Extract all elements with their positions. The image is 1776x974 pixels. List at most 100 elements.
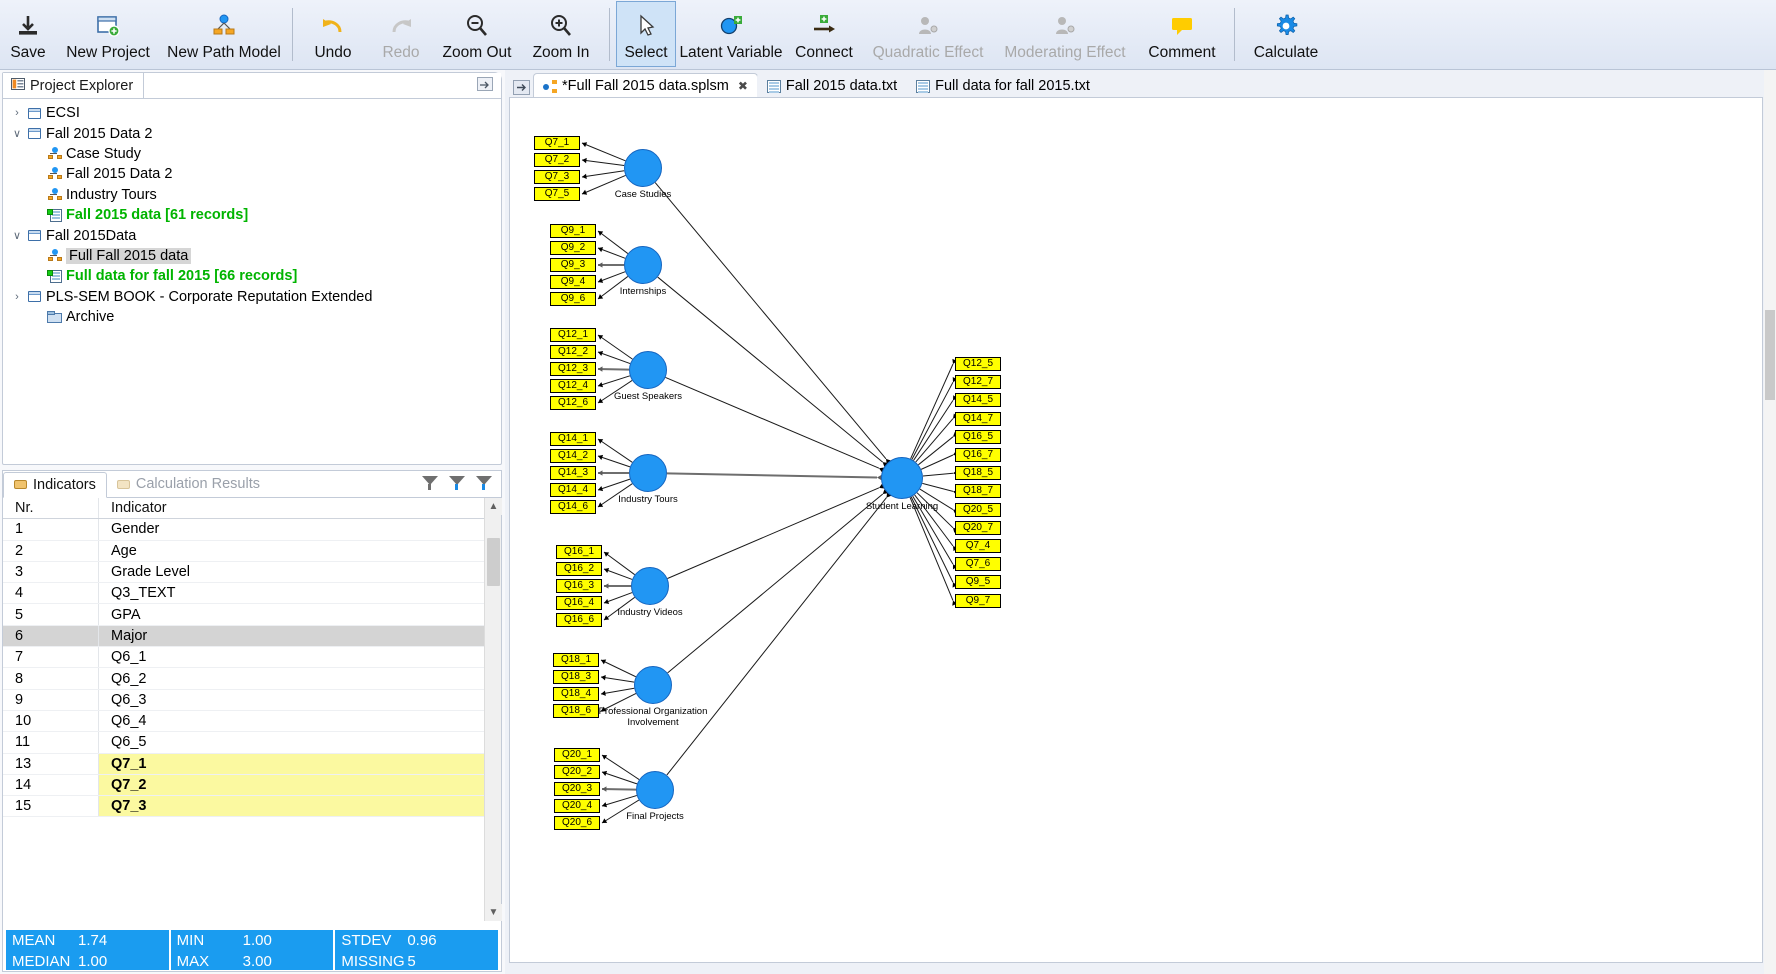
indicator-box[interactable]: Q7_3 bbox=[534, 170, 580, 184]
indicator-box[interactable]: Q16_3 bbox=[556, 579, 602, 593]
tree-item[interactable]: ∨ Fall 2015Data bbox=[3, 225, 501, 245]
project-tree[interactable]: › ECSI ∨ Fall 2015 Data 2 Case Study Fall 201… bbox=[3, 99, 501, 327]
indicator-box[interactable]: Q14_3 bbox=[550, 466, 596, 480]
comment-button[interactable]: Comment bbox=[1136, 1, 1228, 67]
tree-twisty-expanded-icon[interactable]: ∨ bbox=[9, 229, 25, 242]
filter-icon-1[interactable] bbox=[421, 474, 439, 492]
indicator-box[interactable]: Q12_3 bbox=[550, 362, 596, 376]
filter-icon-3[interactable] bbox=[475, 474, 493, 492]
tab-indicators[interactable]: Indicators bbox=[3, 471, 107, 498]
tree-item[interactable]: Fall 2015 Data 2 bbox=[3, 164, 501, 184]
undo-button[interactable]: Undo bbox=[299, 1, 367, 67]
tree-item[interactable]: ∨ Fall 2015 Data 2 bbox=[3, 123, 501, 143]
indicator-box[interactable]: Q9_2 bbox=[550, 241, 596, 255]
save-button[interactable]: Save bbox=[2, 1, 54, 67]
indicator-box[interactable]: Q9_7 bbox=[955, 593, 1001, 608]
latent-variable-node[interactable] bbox=[636, 771, 674, 809]
tree-item[interactable]: Archive bbox=[3, 307, 501, 327]
indicator-box[interactable]: Q9_3 bbox=[550, 258, 596, 272]
zoom-out-button[interactable]: Zoom Out bbox=[435, 1, 519, 67]
table-row[interactable]: 13 Q7_1 bbox=[3, 753, 501, 775]
indicator-box[interactable]: Q20_1 bbox=[554, 748, 600, 762]
table-row[interactable]: 4 Q3_TEXT bbox=[3, 583, 501, 605]
indicator-box[interactable]: Q20_4 bbox=[554, 799, 600, 813]
new-project-button[interactable]: New Project bbox=[54, 1, 162, 67]
tree-item[interactable]: › PLS-SEM BOOK - Corporate Reputation Ext… bbox=[3, 287, 501, 307]
latent-variable-node[interactable] bbox=[624, 246, 662, 284]
zoom-in-button[interactable]: Zoom In bbox=[519, 1, 603, 67]
editor-tab-path-model[interactable]: *Full Fall 2015 data.splsm ✖ bbox=[533, 73, 758, 98]
latent-variable-node[interactable] bbox=[624, 149, 662, 187]
tab-calculation-results[interactable]: Calculation Results bbox=[107, 471, 270, 497]
latent-variable-node[interactable] bbox=[629, 351, 667, 389]
calculate-button[interactable]: Calculate bbox=[1241, 1, 1331, 67]
editor-restore-icon[interactable] bbox=[509, 76, 533, 98]
indicator-box[interactable]: Q9_1 bbox=[550, 224, 596, 238]
select-tool-button[interactable]: Select bbox=[616, 1, 676, 67]
table-row[interactable]: 14 Q7_2 bbox=[3, 774, 501, 797]
table-row[interactable]: 8 Q6_2 bbox=[3, 668, 501, 690]
table-row[interactable]: 7 Q6_1 bbox=[3, 647, 501, 669]
table-row[interactable]: 3 Grade Level bbox=[3, 561, 501, 584]
indicator-box[interactable]: Q18_7 bbox=[955, 484, 1001, 499]
scroll-thumb[interactable] bbox=[487, 538, 500, 586]
latent-variable-node[interactable] bbox=[634, 666, 672, 704]
tree-twisty-collapsed-icon[interactable]: › bbox=[9, 107, 25, 119]
indicator-box[interactable]: Q14_6 bbox=[550, 500, 596, 514]
connect-button[interactable]: Connect bbox=[786, 1, 862, 67]
table-row[interactable]: 5 GPA bbox=[3, 604, 501, 626]
editor-tab-fall-2015-data-txt[interactable]: Fall 2015 data.txt bbox=[756, 73, 908, 98]
indicator-box[interactable]: Q12_5 bbox=[955, 357, 1001, 371]
window-vertical-scrollbar[interactable] bbox=[1764, 70, 1776, 974]
indicator-box[interactable]: Q20_2 bbox=[554, 765, 600, 779]
indicator-box[interactable]: Q16_7 bbox=[955, 448, 1001, 462]
indicator-box[interactable]: Q18_5 bbox=[955, 466, 1001, 481]
table-row[interactable]: 2 Age bbox=[3, 540, 501, 562]
indicator-box[interactable]: Q7_4 bbox=[955, 539, 1001, 553]
scroll-up-arrow[interactable]: ▲ bbox=[485, 498, 502, 515]
indicator-box[interactable]: Q7_2 bbox=[534, 153, 580, 167]
tree-item[interactable]: › ECSI bbox=[3, 103, 501, 123]
indicator-box[interactable]: Q14_2 bbox=[550, 449, 596, 463]
latent-variable-node[interactable] bbox=[629, 454, 667, 492]
indicator-box[interactable]: Q18_1 bbox=[553, 653, 599, 667]
indicator-box[interactable]: Q18_6 bbox=[553, 704, 599, 718]
tree-twisty-expanded-icon[interactable]: ∨ bbox=[9, 127, 25, 140]
table-row[interactable]: 9 Q6_3 bbox=[3, 689, 501, 711]
editor-tab-full-data-txt[interactable]: Full data for fall 2015.txt bbox=[906, 73, 1100, 98]
indicator-box[interactable]: Q16_5 bbox=[955, 429, 1001, 444]
indicator-box[interactable]: Q7_1 bbox=[534, 136, 580, 150]
indicator-box[interactable]: Q12_6 bbox=[550, 396, 596, 410]
tree-item[interactable]: Case Study bbox=[3, 144, 501, 164]
indicator-box[interactable]: Q9_5 bbox=[955, 575, 1001, 590]
path-model-canvas[interactable]: Q7_1 Q7_2 Q7_3 Q7_5 Case Studies Q9_1 Q9_2 Q9_3… bbox=[509, 97, 1763, 963]
table-row[interactable]: 11 Q6_5 bbox=[3, 732, 501, 754]
table-row[interactable]: 1 Gender bbox=[3, 519, 501, 541]
indicator-box[interactable]: Q12_4 bbox=[550, 379, 596, 393]
indicators-scrollbar[interactable]: ▲ ▼ bbox=[484, 498, 502, 921]
indicator-box[interactable]: Q18_4 bbox=[553, 687, 599, 701]
table-row[interactable]: 6 Major bbox=[3, 625, 501, 648]
indicator-box[interactable]: Q14_4 bbox=[550, 483, 596, 497]
indicator-box[interactable]: Q20_3 bbox=[554, 782, 600, 796]
filter-icon-2[interactable] bbox=[448, 474, 466, 492]
indicator-box[interactable]: Q20_5 bbox=[955, 502, 1001, 517]
tab-project-explorer[interactable]: Project Explorer bbox=[3, 73, 145, 98]
table-row[interactable]: 10 Q6_4 bbox=[3, 710, 501, 733]
indicator-box[interactable]: Q12_7 bbox=[955, 375, 1001, 390]
table-row[interactable]: 15 Q7_3 bbox=[3, 796, 501, 818]
window-scroll-thumb[interactable] bbox=[1765, 310, 1775, 400]
indicator-box[interactable]: Q14_5 bbox=[955, 393, 1001, 408]
indicator-box[interactable]: Q14_1 bbox=[550, 432, 596, 446]
tree-item[interactable]: Industry Tours bbox=[3, 185, 501, 205]
indicator-box[interactable]: Q20_6 bbox=[554, 816, 600, 830]
indicator-box[interactable]: Q20_7 bbox=[955, 520, 1001, 535]
latent-variable-node[interactable] bbox=[631, 567, 669, 605]
indicator-box[interactable]: Q16_2 bbox=[556, 562, 602, 576]
close-icon[interactable]: ✖ bbox=[738, 79, 748, 93]
new-path-model-button[interactable]: New Path Model bbox=[162, 1, 286, 67]
tree-item[interactable]: Fall 2015 data [61 records] bbox=[3, 205, 501, 225]
indicator-box[interactable]: Q12_1 bbox=[550, 328, 596, 342]
tree-item[interactable]: Full Fall 2015 data bbox=[3, 246, 501, 266]
indicator-box[interactable]: Q16_1 bbox=[556, 545, 602, 559]
